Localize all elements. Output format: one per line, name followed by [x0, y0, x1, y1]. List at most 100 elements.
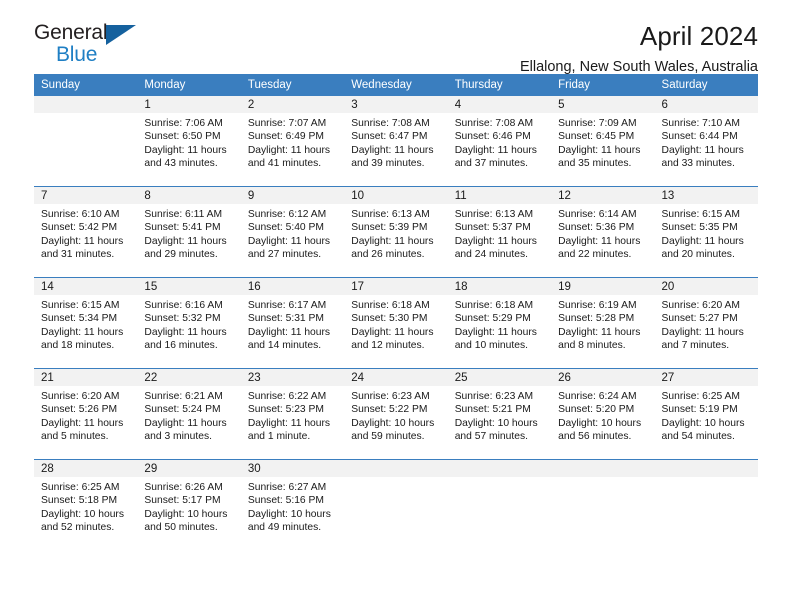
- day-number: [344, 460, 448, 477]
- day-info: Sunrise: 6:15 AM Sunset: 5:35 PM Daylight:…: [655, 204, 758, 262]
- day-info: Sunrise: 7:06 AM Sunset: 6:50 PM Daylight:…: [137, 113, 240, 171]
- calendar-day-cell[interactable]: 19 Sunrise: 6:19 AM Sunset: 5:28 PM Dayligh…: [551, 278, 655, 368]
- calendar-day-cell[interactable]: 7 Sunrise: 6:10 AM Sunset: 5:42 PM Daylight…: [34, 187, 138, 277]
- calendar-day-cell[interactable]: 14 Sunrise: 6:15 AM Sunset: 5:34 PM Dayligh…: [34, 278, 138, 368]
- day-number: 13: [654, 187, 758, 204]
- day-info: Sunrise: 7:08 AM Sunset: 6:46 PM Daylight:…: [448, 113, 551, 171]
- calendar-day-cell[interactable]: 3 Sunrise: 7:08 AM Sunset: 6:47 PM Daylight…: [344, 96, 448, 186]
- calendar-day-cell[interactable]: 16 Sunrise: 6:17 AM Sunset: 5:31 PM Dayligh…: [240, 278, 345, 368]
- sunrise-text: Sunrise: 6:23 AM: [454, 391, 534, 402]
- sunset-text: Sunset: 5:34 PM: [41, 313, 118, 325]
- day-number: 28: [34, 460, 138, 477]
- calendar-day-cell[interactable]: 9 Sunrise: 6:12 AM Sunset: 5:40 PM Daylight…: [240, 187, 345, 277]
- calendar-day-cell[interactable]: 1 Sunrise: 7:06 AM Sunset: 6:50 PM Daylight…: [137, 96, 241, 186]
- calendar-day-cell[interactable]: 30 Sunrise: 6:27 AM Sunset: 5:16 PM Dayligh…: [240, 460, 345, 550]
- weekday-header-monday: Monday: [137, 74, 241, 96]
- daylight-text: Daylight: 11 hours and 35 minutes.: [558, 144, 641, 170]
- calendar-day-cell[interactable]: 4 Sunrise: 7:08 AM Sunset: 6:46 PM Daylight…: [447, 96, 552, 186]
- day-info: Sunrise: 6:18 AM Sunset: 5:29 PM Daylight:…: [448, 295, 551, 353]
- sunset-text: Sunset: 6:45 PM: [558, 131, 635, 143]
- day-number: 3: [344, 96, 448, 113]
- calendar-day-cell[interactable]: 29 Sunrise: 6:26 AM Sunset: 5:17 PM Dayligh…: [137, 460, 241, 550]
- generalblue-logo[interactable]: General Blue: [34, 22, 138, 70]
- sunset-text: Sunset: 6:49 PM: [247, 131, 324, 143]
- day-info: Sunrise: 7:08 AM Sunset: 6:47 PM Daylight:…: [344, 113, 447, 171]
- daylight-text: Daylight: 10 hours and 54 minutes.: [661, 417, 745, 443]
- sunset-text: Sunset: 5:42 PM: [41, 222, 118, 234]
- day-number: 1: [137, 96, 241, 113]
- daylight-text: Daylight: 11 hours and 39 minutes.: [351, 144, 434, 170]
- sunrise-text: Sunrise: 6:18 AM: [454, 300, 534, 311]
- page-title: April 2024: [639, 21, 758, 51]
- daylight-text: Daylight: 11 hours and 29 minutes.: [144, 235, 227, 261]
- calendar-day-cell[interactable]: 28 Sunrise: 6:25 AM Sunset: 5:18 PM Dayligh…: [34, 460, 138, 550]
- daylight-text: Daylight: 11 hours and 18 minutes.: [41, 326, 124, 352]
- sunset-text: Sunset: 5:40 PM: [247, 222, 324, 234]
- sunset-text: Sunset: 6:46 PM: [454, 131, 531, 143]
- day-number: 16: [240, 278, 345, 295]
- day-number: 11: [447, 187, 552, 204]
- sunset-text: Sunset: 5:28 PM: [558, 313, 635, 325]
- day-number: 30: [240, 460, 345, 477]
- calendar-day-cell[interactable]: 11 Sunrise: 6:13 AM Sunset: 5:37 PM Dayligh…: [447, 187, 552, 277]
- day-info: Sunrise: 6:25 AM Sunset: 5:18 PM Daylight:…: [34, 477, 137, 535]
- sunrise-text: Sunrise: 6:26 AM: [144, 482, 223, 493]
- daylight-text: Daylight: 11 hours and 24 minutes.: [454, 235, 537, 261]
- calendar-day-cell[interactable]: 18 Sunrise: 6:18 AM Sunset: 5:29 PM Dayligh…: [447, 278, 552, 368]
- weekday-header-sunday: Sunday: [34, 74, 138, 96]
- day-info: Sunrise: 7:07 AM Sunset: 6:49 PM Daylight:…: [241, 113, 344, 171]
- sunset-text: Sunset: 5:27 PM: [661, 313, 738, 325]
- sunrise-text: Sunrise: 6:23 AM: [351, 391, 430, 402]
- day-number: 9: [240, 187, 345, 204]
- sunrise-text: Sunrise: 6:13 AM: [454, 209, 534, 220]
- day-number: 17: [344, 278, 448, 295]
- calendar-day-cell[interactable]: 13 Sunrise: 6:15 AM Sunset: 5:35 PM Dayligh…: [654, 187, 758, 277]
- calendar-day-cell[interactable]: 25 Sunrise: 6:23 AM Sunset: 5:21 PM Dayligh…: [447, 369, 552, 459]
- sunset-text: Sunset: 5:19 PM: [661, 404, 738, 416]
- calendar-cell-empty: [654, 460, 758, 550]
- day-info: Sunrise: 6:19 AM Sunset: 5:28 PM Daylight:…: [551, 295, 654, 353]
- calendar-day-cell[interactable]: 22 Sunrise: 6:21 AM Sunset: 5:24 PM Dayligh…: [137, 369, 241, 459]
- sunset-text: Sunset: 5:16 PM: [247, 495, 324, 507]
- calendar-day-cell[interactable]: 20 Sunrise: 6:20 AM Sunset: 5:27 PM Dayligh…: [654, 278, 758, 368]
- daylight-text: Daylight: 11 hours and 7 minutes.: [661, 326, 744, 352]
- sunset-text: Sunset: 5:36 PM: [558, 222, 635, 234]
- weekday-header-saturday: Saturday: [654, 74, 758, 96]
- day-number: 15: [137, 278, 241, 295]
- calendar-page: General Blue April 2024 Ellalong, New So…: [0, 0, 792, 612]
- sunset-text: Sunset: 6:50 PM: [144, 131, 221, 143]
- calendar-day-cell[interactable]: 24 Sunrise: 6:23 AM Sunset: 5:22 PM Dayligh…: [344, 369, 448, 459]
- calendar-body: 1 Sunrise: 7:06 AM Sunset: 6:50 PM Daylight…: [34, 96, 758, 550]
- weekday-header-friday: Friday: [551, 74, 655, 96]
- calendar-day-cell[interactable]: 8 Sunrise: 6:11 AM Sunset: 5:41 PM Daylight…: [137, 187, 241, 277]
- calendar-day-cell[interactable]: 15 Sunrise: 6:16 AM Sunset: 5:32 PM Dayligh…: [137, 278, 241, 368]
- day-info: Sunrise: 6:10 AM Sunset: 5:42 PM Daylight:…: [34, 204, 137, 262]
- day-info: Sunrise: 6:23 AM Sunset: 5:21 PM Daylight:…: [448, 386, 551, 444]
- sunset-text: Sunset: 5:30 PM: [351, 313, 428, 325]
- weekday-header-thursday: Thursday: [447, 74, 552, 96]
- day-info: Sunrise: 6:16 AM Sunset: 5:32 PM Daylight:…: [137, 295, 240, 353]
- day-number: 7: [34, 187, 138, 204]
- calendar-week-row: 1 Sunrise: 7:06 AM Sunset: 6:50 PM Daylight…: [34, 96, 758, 187]
- calendar-day-cell[interactable]: 21 Sunrise: 6:20 AM Sunset: 5:26 PM Dayligh…: [34, 369, 138, 459]
- calendar-day-cell[interactable]: 17 Sunrise: 6:18 AM Sunset: 5:30 PM Dayligh…: [344, 278, 448, 368]
- day-info: Sunrise: 6:11 AM Sunset: 5:41 PM Daylight:…: [137, 204, 240, 262]
- sunset-text: Sunset: 5:26 PM: [41, 404, 118, 416]
- daylight-text: Daylight: 11 hours and 22 minutes.: [558, 235, 641, 261]
- calendar-day-cell[interactable]: 26 Sunrise: 6:24 AM Sunset: 5:20 PM Dayligh…: [551, 369, 655, 459]
- daylight-text: Daylight: 11 hours and 12 minutes.: [351, 326, 434, 352]
- sunset-text: Sunset: 5:31 PM: [247, 313, 324, 325]
- calendar-day-cell[interactable]: 5 Sunrise: 7:09 AM Sunset: 6:45 PM Daylight…: [551, 96, 655, 186]
- calendar-day-cell[interactable]: 12 Sunrise: 6:14 AM Sunset: 5:36 PM Dayligh…: [551, 187, 655, 277]
- calendar-day-cell[interactable]: 6 Sunrise: 7:10 AM Sunset: 6:44 PM Daylight…: [654, 96, 758, 186]
- calendar-day-cell[interactable]: 23 Sunrise: 6:22 AM Sunset: 5:23 PM Dayligh…: [240, 369, 345, 459]
- day-number: [447, 460, 552, 477]
- daylight-text: Daylight: 11 hours and 10 minutes.: [454, 326, 537, 352]
- calendar-day-cell[interactable]: 10 Sunrise: 6:13 AM Sunset: 5:39 PM Dayligh…: [344, 187, 448, 277]
- calendar-cell-empty: [551, 460, 655, 550]
- daylight-text: Daylight: 10 hours and 56 minutes.: [558, 417, 642, 443]
- calendar-day-cell[interactable]: 27 Sunrise: 6:25 AM Sunset: 5:19 PM Dayligh…: [654, 369, 758, 459]
- day-number: 26: [551, 369, 655, 386]
- calendar-day-cell[interactable]: 2 Sunrise: 7:07 AM Sunset: 6:49 PM Daylight…: [240, 96, 345, 186]
- title-block: April 2024 Ellalong, New South Wales, Au…: [520, 21, 758, 76]
